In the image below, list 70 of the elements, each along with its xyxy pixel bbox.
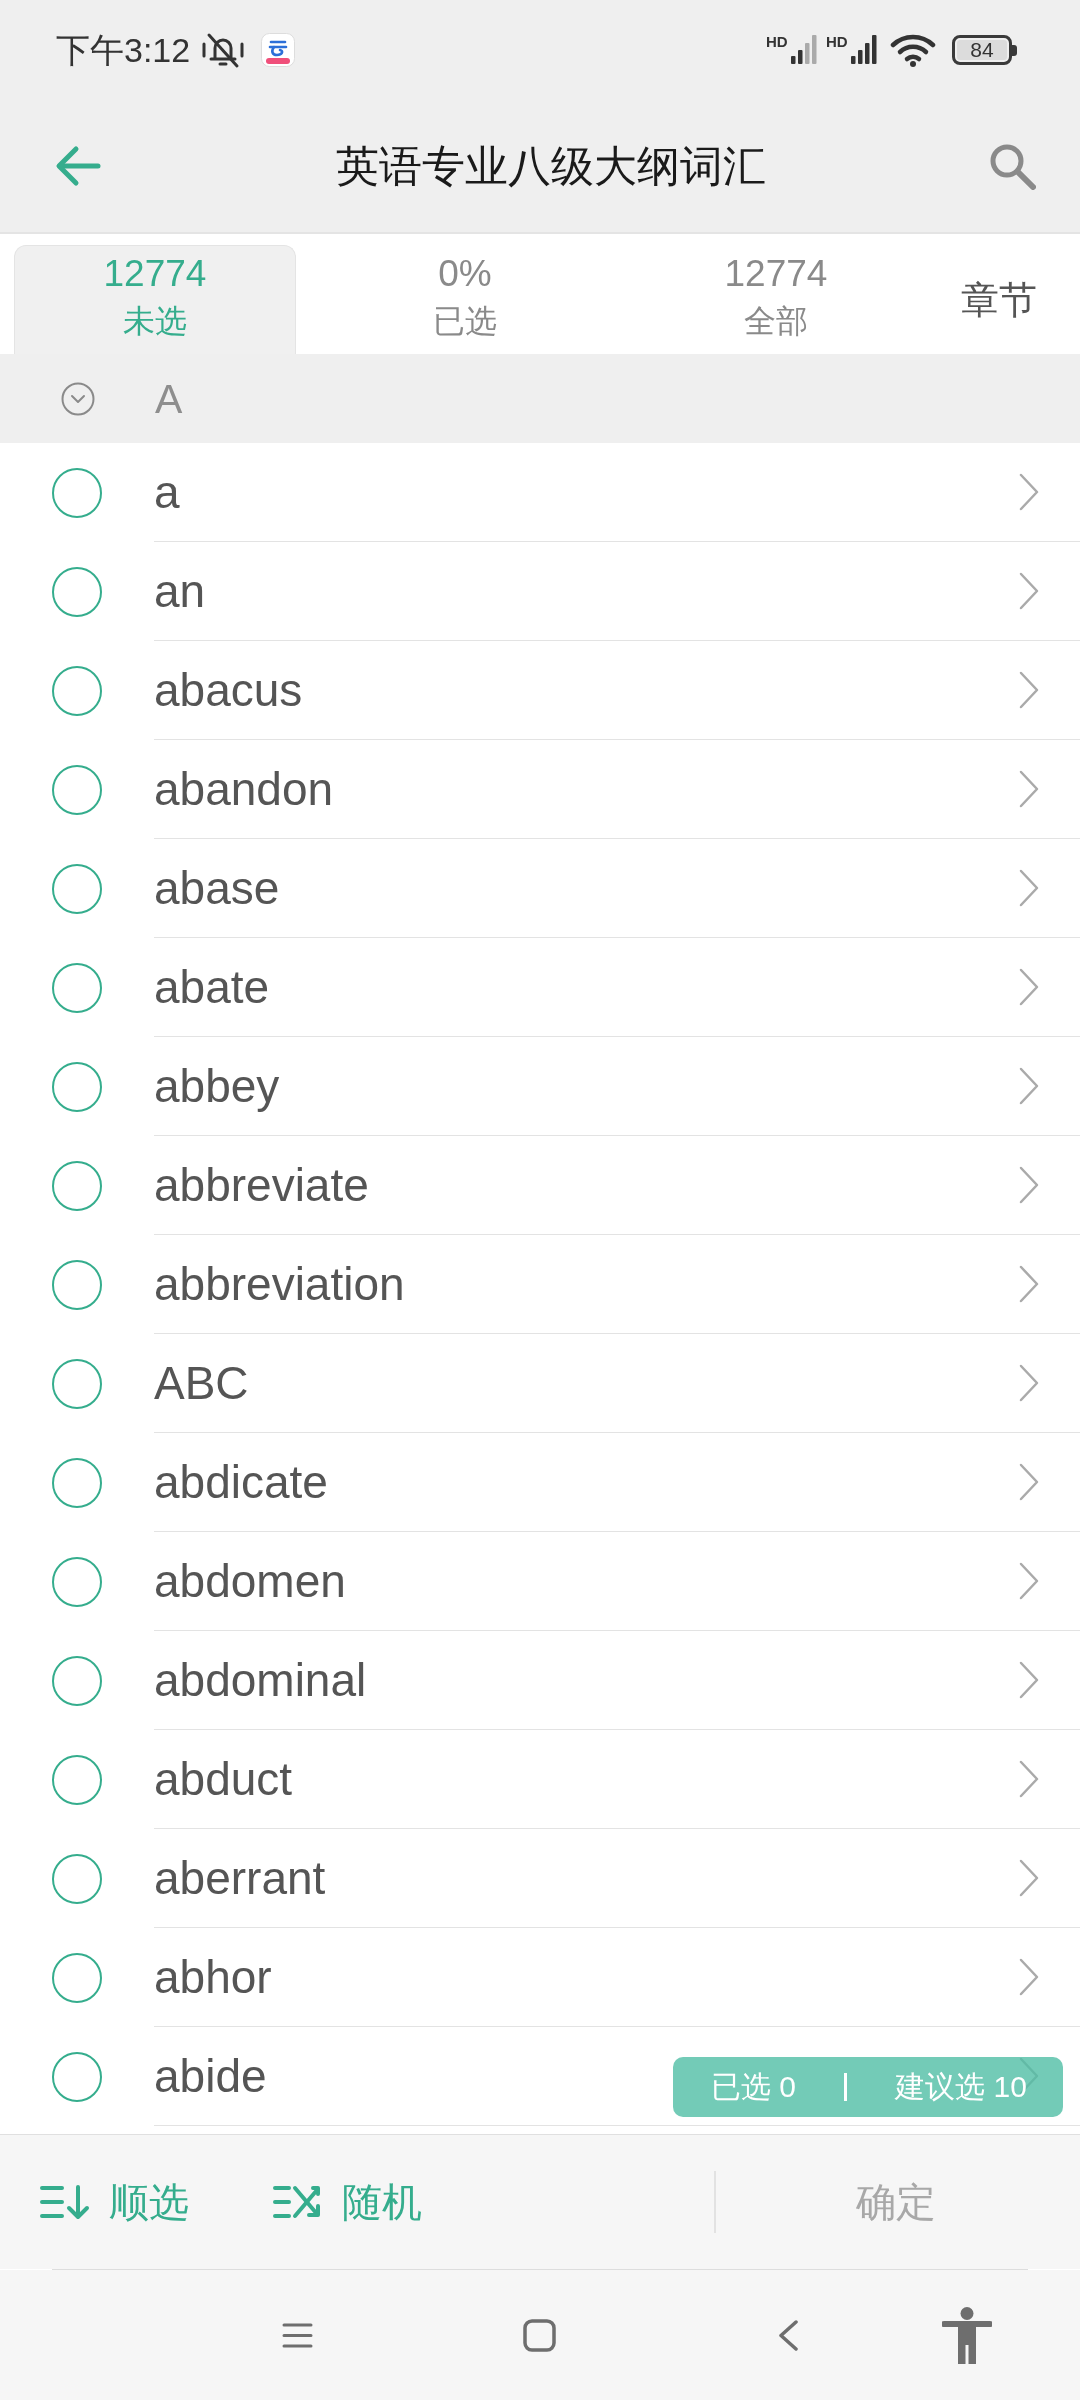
word-text[interactable]: abase — [154, 861, 280, 915]
chevron-right-icon[interactable] — [1019, 572, 1039, 610]
word-text[interactable]: abbey — [154, 1059, 280, 1113]
suggested-count: 建议选 10 — [895, 2068, 1027, 2105]
app-icon — [261, 33, 296, 67]
signal-icon — [791, 35, 817, 64]
word-text[interactable]: abbreviation — [154, 1257, 405, 1311]
select-checkbox[interactable] — [52, 1655, 102, 1706]
word-text[interactable]: abandon — [154, 762, 334, 816]
wifi-icon — [890, 33, 936, 67]
word-text[interactable]: abide — [154, 2049, 267, 2103]
select-checkbox[interactable] — [52, 863, 102, 914]
select-checkbox[interactable] — [52, 665, 102, 716]
word-text[interactable]: a — [154, 465, 180, 519]
home-icon[interactable] — [523, 2318, 556, 2352]
select-checkbox[interactable] — [52, 1259, 102, 1310]
word-text[interactable]: abhor — [154, 1950, 272, 2004]
chevron-right-icon[interactable] — [1019, 1265, 1039, 1303]
word-text[interactable]: abacus — [154, 663, 303, 717]
chevron-right-icon[interactable] — [1019, 1661, 1039, 1699]
accessibility-icon[interactable] — [942, 2306, 992, 2364]
section-letter: A — [155, 374, 183, 423]
collapse-icon[interactable] — [61, 381, 95, 416]
word-text[interactable]: abdominal — [154, 1653, 367, 1707]
battery-indicator: 84 — [952, 35, 1017, 65]
chevron-right-icon[interactable] — [1019, 1562, 1039, 1600]
word-text[interactable]: abduct — [154, 1752, 293, 1806]
chevron-right-icon[interactable] — [1019, 1067, 1039, 1105]
chevron-right-icon[interactable] — [1019, 869, 1039, 907]
chevron-right-icon[interactable] — [1019, 770, 1039, 808]
signal-icon — [851, 35, 877, 64]
chevron-right-icon[interactable] — [1019, 473, 1039, 511]
signal-label: HD — [766, 35, 789, 49]
select-checkbox[interactable] — [52, 1853, 102, 1904]
chevron-right-icon[interactable] — [1019, 1859, 1039, 1897]
select-checkbox[interactable] — [52, 764, 102, 815]
search-icon[interactable] — [988, 142, 1036, 190]
status-time: 下午3:12 — [56, 30, 191, 70]
chevron-right-icon[interactable] — [1019, 1760, 1039, 1798]
word-text[interactable]: abdicate — [154, 1455, 328, 1509]
select-checkbox[interactable] — [52, 1061, 102, 1112]
word-text[interactable]: abdomen — [154, 1554, 346, 1608]
select-checkbox[interactable] — [52, 1160, 102, 1211]
select-checkbox[interactable] — [52, 1358, 102, 1409]
word-text[interactable]: an — [154, 564, 206, 618]
chevron-right-icon[interactable] — [1019, 1166, 1039, 1204]
chevron-right-icon[interactable] — [1019, 671, 1039, 709]
selected-count: 已选 0 — [711, 2068, 797, 2105]
chevron-right-icon[interactable] — [1019, 1364, 1039, 1402]
word-text[interactable]: aberrant — [154, 1851, 326, 1905]
back-icon[interactable] — [778, 2319, 798, 2351]
chevron-right-icon[interactable] — [1019, 1463, 1039, 1501]
select-checkbox[interactable] — [52, 1556, 102, 1607]
word-text[interactable]: abbreviate — [154, 1158, 369, 1212]
chevron-right-icon[interactable] — [1019, 1958, 1039, 1996]
tab[interactable]: 章节 — [918, 245, 1080, 354]
page-title: 英语专业八级大纲词汇 — [334, 141, 767, 192]
select-checkbox[interactable] — [52, 1457, 102, 1508]
signal-label: HD — [826, 35, 849, 49]
word-text[interactable]: abate — [154, 960, 270, 1014]
select-checkbox[interactable] — [52, 467, 102, 518]
word-text[interactable]: ABC — [154, 1356, 249, 1410]
sort-down-icon — [40, 2183, 90, 2220]
select-checkbox[interactable] — [52, 1754, 102, 1805]
shuffle-icon — [273, 2183, 323, 2220]
select-checkbox[interactable] — [52, 2051, 102, 2102]
chevron-right-icon[interactable] — [1019, 968, 1039, 1006]
select-checkbox[interactable] — [52, 962, 102, 1013]
select-checkbox[interactable] — [52, 1952, 102, 2003]
select-checkbox[interactable] — [52, 566, 102, 617]
